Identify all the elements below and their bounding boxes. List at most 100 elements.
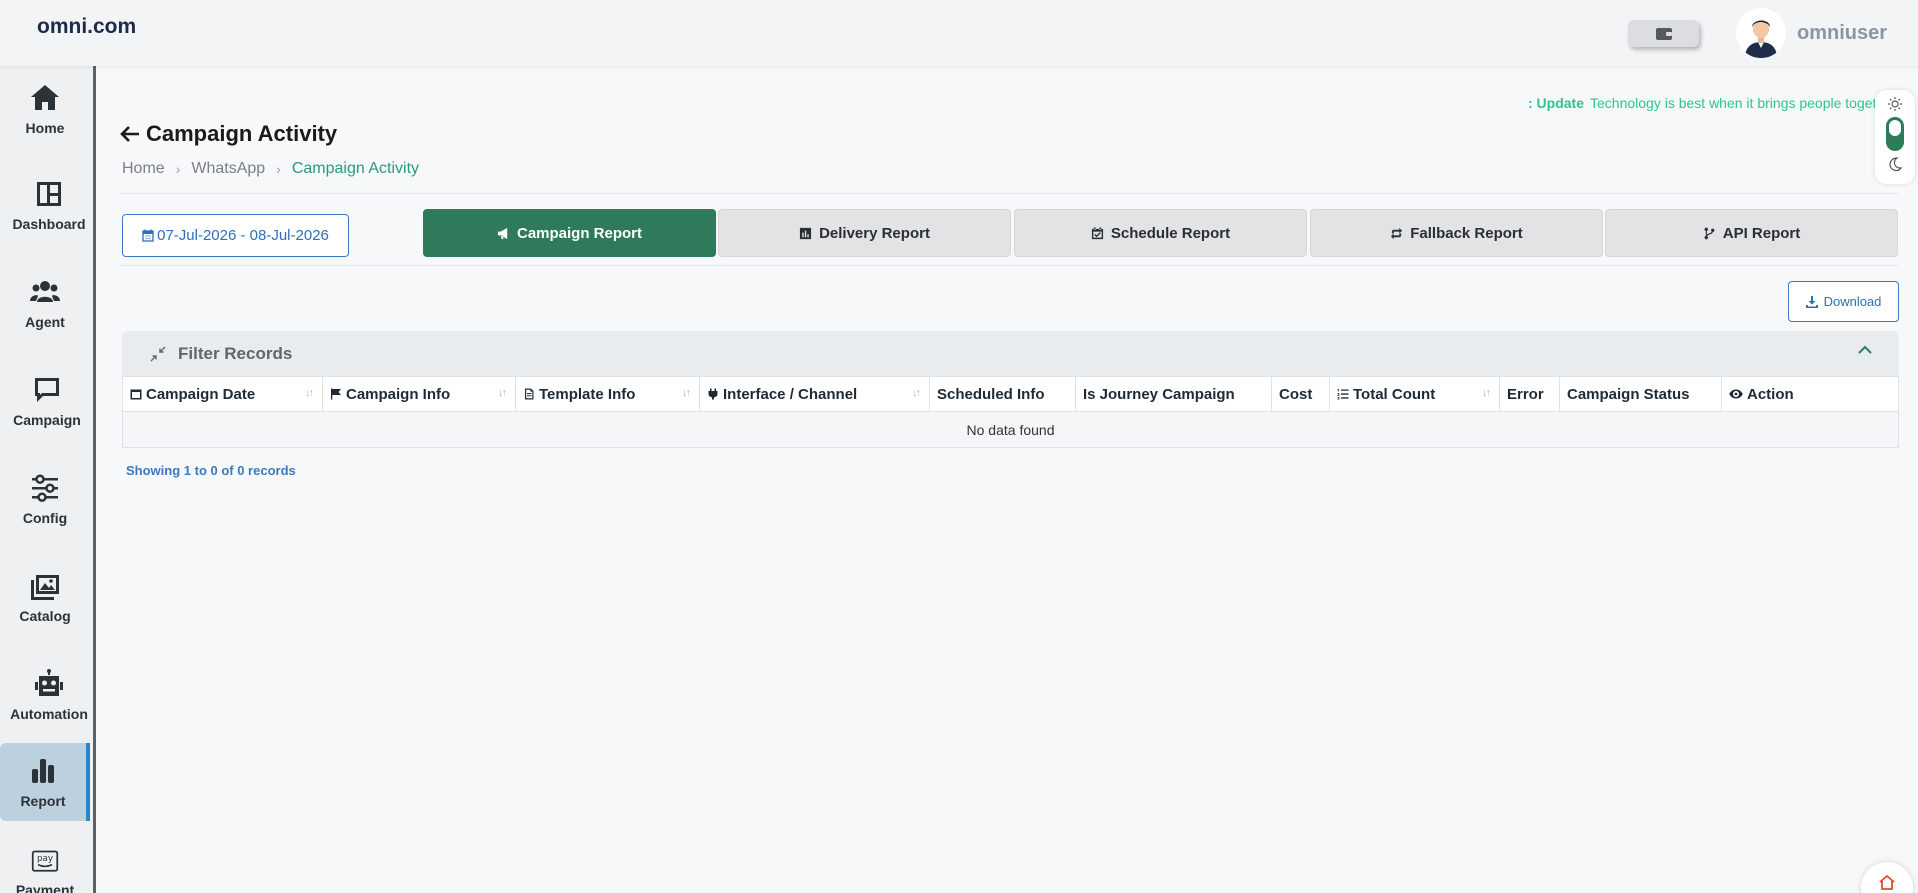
avatar	[1736, 8, 1786, 58]
top-header: omni.com omniuser	[0, 0, 1918, 66]
sidebar-item-campaign[interactable]: Campaign	[2, 362, 92, 440]
column-label: Campaign Date	[146, 385, 256, 403]
records-count: Showing 1 to 0 of 0 records	[126, 463, 296, 478]
chevron-right-icon: ›	[175, 161, 181, 177]
robot-icon	[35, 669, 63, 696]
plug-icon	[708, 388, 718, 400]
sidebar-item-label: Catalog	[19, 608, 71, 624]
app-logo[interactable]: omni.com	[37, 15, 136, 39]
sidebar-item-automation[interactable]: Automation	[4, 656, 94, 734]
calendar-icon	[130, 389, 142, 400]
tab-api-report[interactable]: API Report	[1605, 209, 1898, 257]
sidebar-item-label: Agent	[25, 314, 65, 330]
pay-icon: pay	[31, 850, 59, 872]
floating-home-button[interactable]	[1861, 862, 1913, 893]
tab-schedule-report[interactable]: Schedule Report	[1014, 209, 1307, 257]
sidebar-item-home[interactable]: Home	[0, 70, 90, 148]
sun-icon	[1888, 97, 1902, 111]
page-title-text: Campaign Activity	[146, 121, 338, 146]
tab-label: Campaign Report	[516, 224, 642, 242]
notice-banner: : Update Technology is best when it brin…	[1520, 83, 1880, 123]
page-title: Campaign Activity	[120, 121, 337, 147]
collapse-arrows-icon	[150, 346, 166, 362]
image-gallery-icon	[31, 575, 59, 600]
campaign-table: Campaign Date ↓↑ Campaign Info ↓↑ Templa…	[122, 376, 1899, 448]
arrow-left-icon	[120, 126, 139, 142]
sidebar-item-report[interactable]: Report	[0, 743, 90, 821]
sidebar-item-payment[interactable]: pay Payment	[0, 838, 90, 893]
column-cost[interactable]: Cost	[1272, 377, 1330, 411]
sort-icon[interactable]: ↓↑	[1482, 387, 1491, 399]
sidebar-item-agent[interactable]: Agent	[0, 264, 90, 342]
breadcrumb-home[interactable]: Home	[122, 160, 165, 178]
column-is-journey-campaign[interactable]: Is Journey Campaign	[1076, 377, 1272, 411]
column-campaign-status[interactable]: Campaign Status	[1560, 377, 1722, 411]
column-total-count[interactable]: Total Count ↓↑	[1330, 377, 1500, 411]
filter-panel-header[interactable]: Filter Records	[122, 331, 1899, 376]
breadcrumb-whatsapp[interactable]: WhatsApp	[191, 160, 265, 178]
chevron-up-icon[interactable]	[1857, 345, 1873, 355]
svg-text:pay: pay	[37, 854, 53, 864]
column-scheduled-info[interactable]: Scheduled Info	[930, 377, 1076, 411]
download-icon	[1805, 295, 1818, 308]
chevron-right-icon: ›	[276, 161, 281, 177]
bar-chart-icon	[32, 759, 54, 783]
sidebar-item-label: Dashboard	[12, 216, 86, 232]
tab-delivery-report[interactable]: Delivery Report	[718, 209, 1011, 257]
tab-fallback-report[interactable]: Fallback Report	[1310, 209, 1603, 257]
table-header-row: Campaign Date ↓↑ Campaign Info ↓↑ Templa…	[123, 377, 1898, 412]
sliders-icon	[32, 474, 58, 502]
sidebar-item-label: Automation	[10, 706, 88, 722]
column-campaign-info[interactable]: Campaign Info ↓↑	[323, 377, 516, 411]
column-campaign-date[interactable]: Campaign Date ↓↑	[123, 377, 323, 411]
sidebar-item-dashboard[interactable]: Dashboard	[4, 166, 94, 244]
sidebar-item-label: Config	[22, 510, 68, 526]
column-label: Interface / Channel	[723, 385, 858, 403]
sort-icon[interactable]: ↓↑	[498, 387, 507, 399]
back-button[interactable]	[120, 125, 140, 143]
column-interface-channel[interactable]: Interface / Channel ↓↑	[700, 377, 930, 411]
tab-campaign-report[interactable]: Campaign Report	[423, 209, 716, 257]
theme-switch-knob	[1889, 120, 1901, 136]
agents-icon	[30, 281, 60, 302]
date-range-picker[interactable]: 07-Jul-2026 - 08-Jul-2026	[122, 214, 349, 257]
column-label: Error	[1507, 385, 1544, 403]
sidebar: Home Dashboard Agent Campaign Config Cat…	[0, 66, 96, 893]
sort-icon[interactable]: ↓↑	[912, 387, 921, 399]
notice-prefix: : Update	[1528, 95, 1584, 111]
file-text-icon	[525, 388, 534, 400]
column-action[interactable]: Action	[1722, 377, 1898, 411]
wallet-icon	[1655, 27, 1672, 40]
moon-icon	[1889, 157, 1903, 172]
megaphone-icon	[497, 227, 508, 239]
sidebar-item-label: Campaign	[13, 412, 81, 428]
download-label: Download	[1823, 294, 1882, 309]
calendar-check-icon	[1091, 226, 1103, 239]
sidebar-item-catalog[interactable]: Catalog	[0, 558, 90, 636]
user-menu[interactable]: omniuser	[1736, 8, 1887, 58]
chat-bubble-icon	[35, 378, 59, 402]
code-branch-icon	[1704, 227, 1715, 239]
column-label: Action	[1747, 385, 1794, 403]
wallet-button[interactable]	[1628, 20, 1699, 47]
column-label: Total Count	[1353, 385, 1436, 403]
tab-label: Schedule Report	[1110, 224, 1231, 242]
sort-icon[interactable]: ↓↑	[305, 387, 314, 399]
column-template-info[interactable]: Template Info ↓↑	[516, 377, 700, 411]
sidebar-item-config[interactable]: Config	[0, 460, 90, 538]
divider	[120, 193, 1898, 194]
list-ordered-icon	[1337, 389, 1349, 400]
download-button[interactable]: Download	[1788, 281, 1899, 322]
theme-toggle[interactable]	[1875, 90, 1915, 184]
sort-icon[interactable]: ↓↑	[682, 387, 691, 399]
tab-label: Fallback Report	[1410, 224, 1523, 242]
column-error[interactable]: Error	[1500, 377, 1560, 411]
divider	[120, 265, 1898, 266]
tab-label: API Report	[1722, 224, 1801, 242]
sidebar-item-label: Home	[25, 120, 65, 136]
column-label: Campaign Status	[1567, 385, 1690, 403]
eye-icon	[1729, 389, 1743, 399]
user-avatar-icon	[1745, 20, 1777, 58]
theme-switch[interactable]	[1886, 117, 1904, 151]
empty-state-row: No data found	[123, 412, 1898, 447]
